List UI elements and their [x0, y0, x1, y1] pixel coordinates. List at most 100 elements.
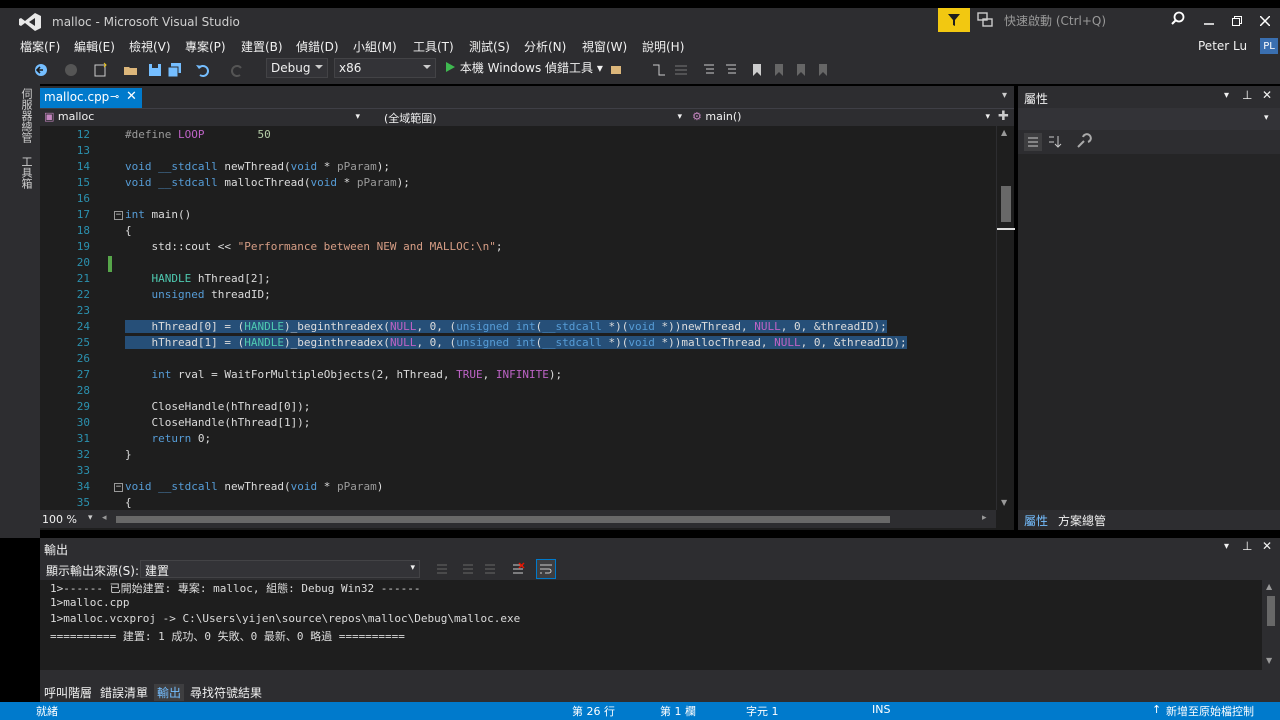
- categorized-icon[interactable]: [1024, 133, 1042, 151]
- goto-prev-message-icon[interactable]: [434, 561, 450, 577]
- quick-launch-input[interactable]: 快速啟動 (Ctrl+Q): [998, 10, 1190, 30]
- avatar[interactable]: PL: [1260, 38, 1278, 54]
- tab-properties[interactable]: 屬性: [1024, 512, 1048, 529]
- close-window-button[interactable]: [1252, 10, 1278, 32]
- pin-icon[interactable]: ⊥: [1242, 539, 1252, 553]
- output-text-area[interactable]: 1>------ 已開始建置: 專案: malloc, 組態: Debug Wi…: [40, 580, 1262, 670]
- output-source-dropdown[interactable]: 建置 ▾: [140, 560, 420, 578]
- tab-output[interactable]: 輸出: [154, 684, 185, 701]
- properties-object-selector[interactable]: ▾: [1018, 108, 1280, 130]
- feedback-icon[interactable]: [976, 11, 994, 29]
- prev-bookmark-icon[interactable]: [770, 61, 788, 79]
- output-horizontal-scrollbar[interactable]: [40, 670, 1280, 682]
- platform-dropdown[interactable]: x86: [334, 58, 436, 78]
- menu-team[interactable]: 小組(M): [353, 38, 397, 55]
- pin-icon[interactable]: ⊥: [1242, 88, 1252, 102]
- output-vertical-scrollbar[interactable]: ▲ ▼: [1262, 580, 1280, 670]
- menu-edit[interactable]: 編輯(E): [74, 38, 115, 55]
- bookmark-icon[interactable]: [748, 61, 766, 79]
- tab-solution-explorer[interactable]: 方案總管: [1058, 512, 1106, 529]
- alphabetical-sort-icon[interactable]: [1046, 133, 1064, 151]
- menu-view[interactable]: 檢視(V): [129, 38, 171, 55]
- process-icon[interactable]: [608, 61, 626, 79]
- clear-bookmarks-icon[interactable]: [814, 61, 832, 79]
- property-pages-icon[interactable]: [1074, 133, 1092, 151]
- goto-next-icon[interactable]: [482, 561, 498, 577]
- next-bookmark-icon[interactable]: [792, 61, 810, 79]
- save-all-icon[interactable]: [166, 61, 184, 79]
- step-icon[interactable]: [650, 61, 668, 79]
- solution-config-dropdown[interactable]: Debug: [266, 58, 328, 78]
- code-line: 13: [76, 144, 90, 157]
- status-bar: 就緒 第 26 行 第 1 欄 字元 1 INS ↑ 新增至原始檔控制: [0, 702, 1280, 720]
- fold-toggle-icon[interactable]: −: [114, 211, 123, 220]
- menu-debug[interactable]: 偵錯(D): [296, 38, 339, 55]
- editor-vertical-scrollbar[interactable]: ▲ ▼: [996, 126, 1015, 510]
- menu-window[interactable]: 視窗(W): [582, 38, 627, 55]
- tab-error-list[interactable]: 錯誤清單: [100, 684, 148, 701]
- toolbox-tab[interactable]: 工具箱: [18, 156, 33, 189]
- code-line: 20: [40, 256, 996, 272]
- restore-icon: [1232, 16, 1242, 26]
- menu-project[interactable]: 專案(P): [185, 38, 226, 55]
- tab-call-hierarchy[interactable]: 呼叫階層: [44, 684, 92, 701]
- split-window-icon[interactable]: ✚: [998, 109, 1009, 124]
- navigate-back-icon[interactable]: [32, 61, 50, 79]
- redo-icon[interactable]: [228, 61, 246, 79]
- close-icon[interactable]: ✕: [1262, 539, 1272, 553]
- fold-toggle-icon[interactable]: −: [114, 483, 123, 492]
- open-file-icon[interactable]: [122, 61, 140, 79]
- search-icon[interactable]: [1170, 11, 1186, 27]
- save-icon[interactable]: [146, 61, 164, 79]
- goto-next-message-icon[interactable]: [460, 561, 476, 577]
- minimize-button[interactable]: [1196, 10, 1222, 32]
- comment-icon[interactable]: [700, 61, 718, 79]
- toggle-word-wrap-icon[interactable]: [536, 559, 556, 579]
- menu-analyze[interactable]: 分析(N): [524, 38, 566, 55]
- panel-menu-icon[interactable]: ▾: [1224, 90, 1229, 101]
- zoom-level[interactable]: 100 %: [42, 513, 77, 526]
- close-tab-icon[interactable]: ✕: [126, 89, 137, 104]
- close-icon[interactable]: ✕: [1262, 88, 1272, 102]
- scroll-up-icon[interactable]: ▲: [1001, 128, 1007, 137]
- navigate-forward-icon[interactable]: [62, 61, 80, 79]
- zoom-dropdown-icon[interactable]: ▾: [88, 513, 93, 523]
- code-line: 18{: [76, 224, 132, 237]
- format-icon[interactable]: [672, 61, 690, 79]
- menu-test[interactable]: 測試(S): [469, 38, 510, 55]
- start-debugging-button[interactable]: 本機 Windows 偵錯工具 ▾: [444, 59, 603, 79]
- uncomment-icon[interactable]: [722, 61, 740, 79]
- scroll-right-icon[interactable]: ▸: [982, 513, 987, 523]
- user-name[interactable]: Peter Lu: [1198, 39, 1247, 53]
- member-dropdown[interactable]: ⚙ main() ▾: [692, 110, 994, 126]
- code-text-area[interactable]: 12 #define LOOP 50 13 14 void __stdcall ne…: [40, 126, 996, 510]
- server-explorer-tab[interactable]: 伺服器總管: [18, 88, 33, 143]
- menu-file[interactable]: 檔案(F): [20, 38, 60, 55]
- scroll-thumb[interactable]: [1267, 596, 1275, 626]
- restore-button[interactable]: [1224, 10, 1250, 32]
- notification-filter-button[interactable]: [938, 8, 970, 32]
- menu-help[interactable]: 說明(H): [642, 38, 684, 55]
- pin-icon[interactable]: ⊸: [110, 90, 119, 103]
- scroll-thumb[interactable]: [1001, 186, 1011, 222]
- add-to-source-control-button[interactable]: 新增至原始檔控制: [1166, 703, 1254, 719]
- scope-dropdown-value: (全域範圍): [384, 112, 437, 125]
- scroll-left-icon[interactable]: ◂: [102, 513, 107, 523]
- tab-malloc-cpp[interactable]: malloc.cpp ⊸ ✕: [40, 88, 142, 108]
- undo-icon[interactable]: [194, 61, 212, 79]
- tab-overflow-icon[interactable]: ▾: [1002, 90, 1007, 101]
- navigation-bar: ▣ malloc ▾ (全域範圍) ▾ ⚙ main() ▾ ✚: [40, 108, 1014, 126]
- scope-dropdown[interactable]: (全域範圍) ▾: [384, 110, 686, 126]
- scroll-down-icon[interactable]: ▼: [1001, 498, 1007, 507]
- scroll-down-icon[interactable]: ▼: [1266, 656, 1272, 665]
- project-dropdown[interactable]: ▣ malloc ▾: [44, 110, 364, 126]
- tab-find-symbol-results[interactable]: 尋找符號結果: [190, 684, 262, 701]
- new-project-icon[interactable]: [92, 61, 110, 79]
- menu-tools[interactable]: 工具(T): [413, 38, 454, 55]
- caret-position-marker: [997, 228, 1015, 230]
- panel-menu-icon[interactable]: ▾: [1224, 541, 1229, 552]
- menu-build[interactable]: 建置(B): [241, 38, 283, 55]
- scroll-up-icon[interactable]: ▲: [1266, 582, 1272, 591]
- clear-all-icon[interactable]: [510, 561, 526, 577]
- horizontal-scroll-thumb[interactable]: [116, 516, 890, 523]
